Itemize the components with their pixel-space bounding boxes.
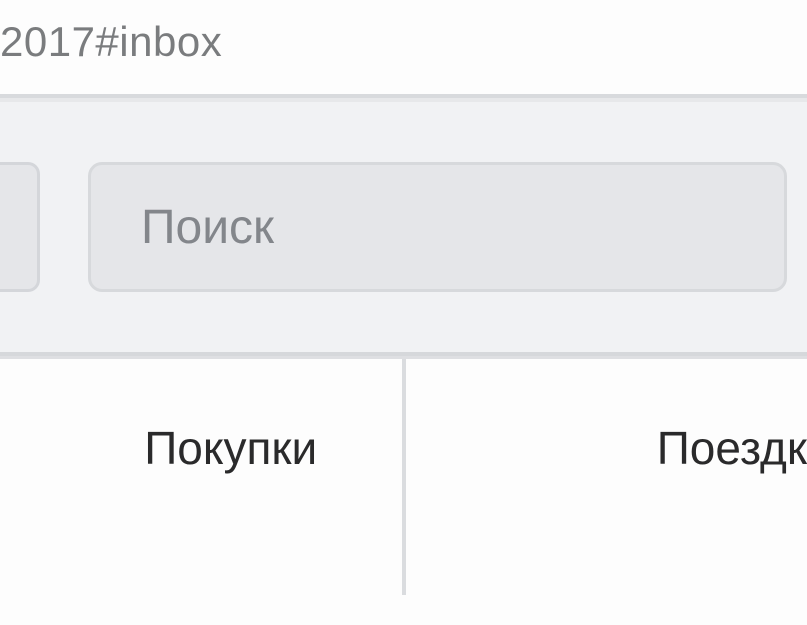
tab-trips[interactable]: Поездк (406, 359, 807, 595)
tab-label: Поездк (657, 421, 807, 475)
tab-label: Покупки (84, 421, 317, 475)
url-text[interactable]: 2017#inbox (0, 18, 807, 66)
address-bar: 2017#inbox (0, 0, 807, 94)
search-input[interactable]: Поиск (88, 162, 787, 292)
toolbar: Поиск (0, 98, 807, 356)
tab-purchases[interactable]: Покупки (0, 359, 406, 595)
category-tabs: Покупки Поездк (0, 356, 807, 595)
search-placeholder-text: Поиск (141, 200, 274, 255)
toolbar-button-partial[interactable] (0, 162, 40, 292)
